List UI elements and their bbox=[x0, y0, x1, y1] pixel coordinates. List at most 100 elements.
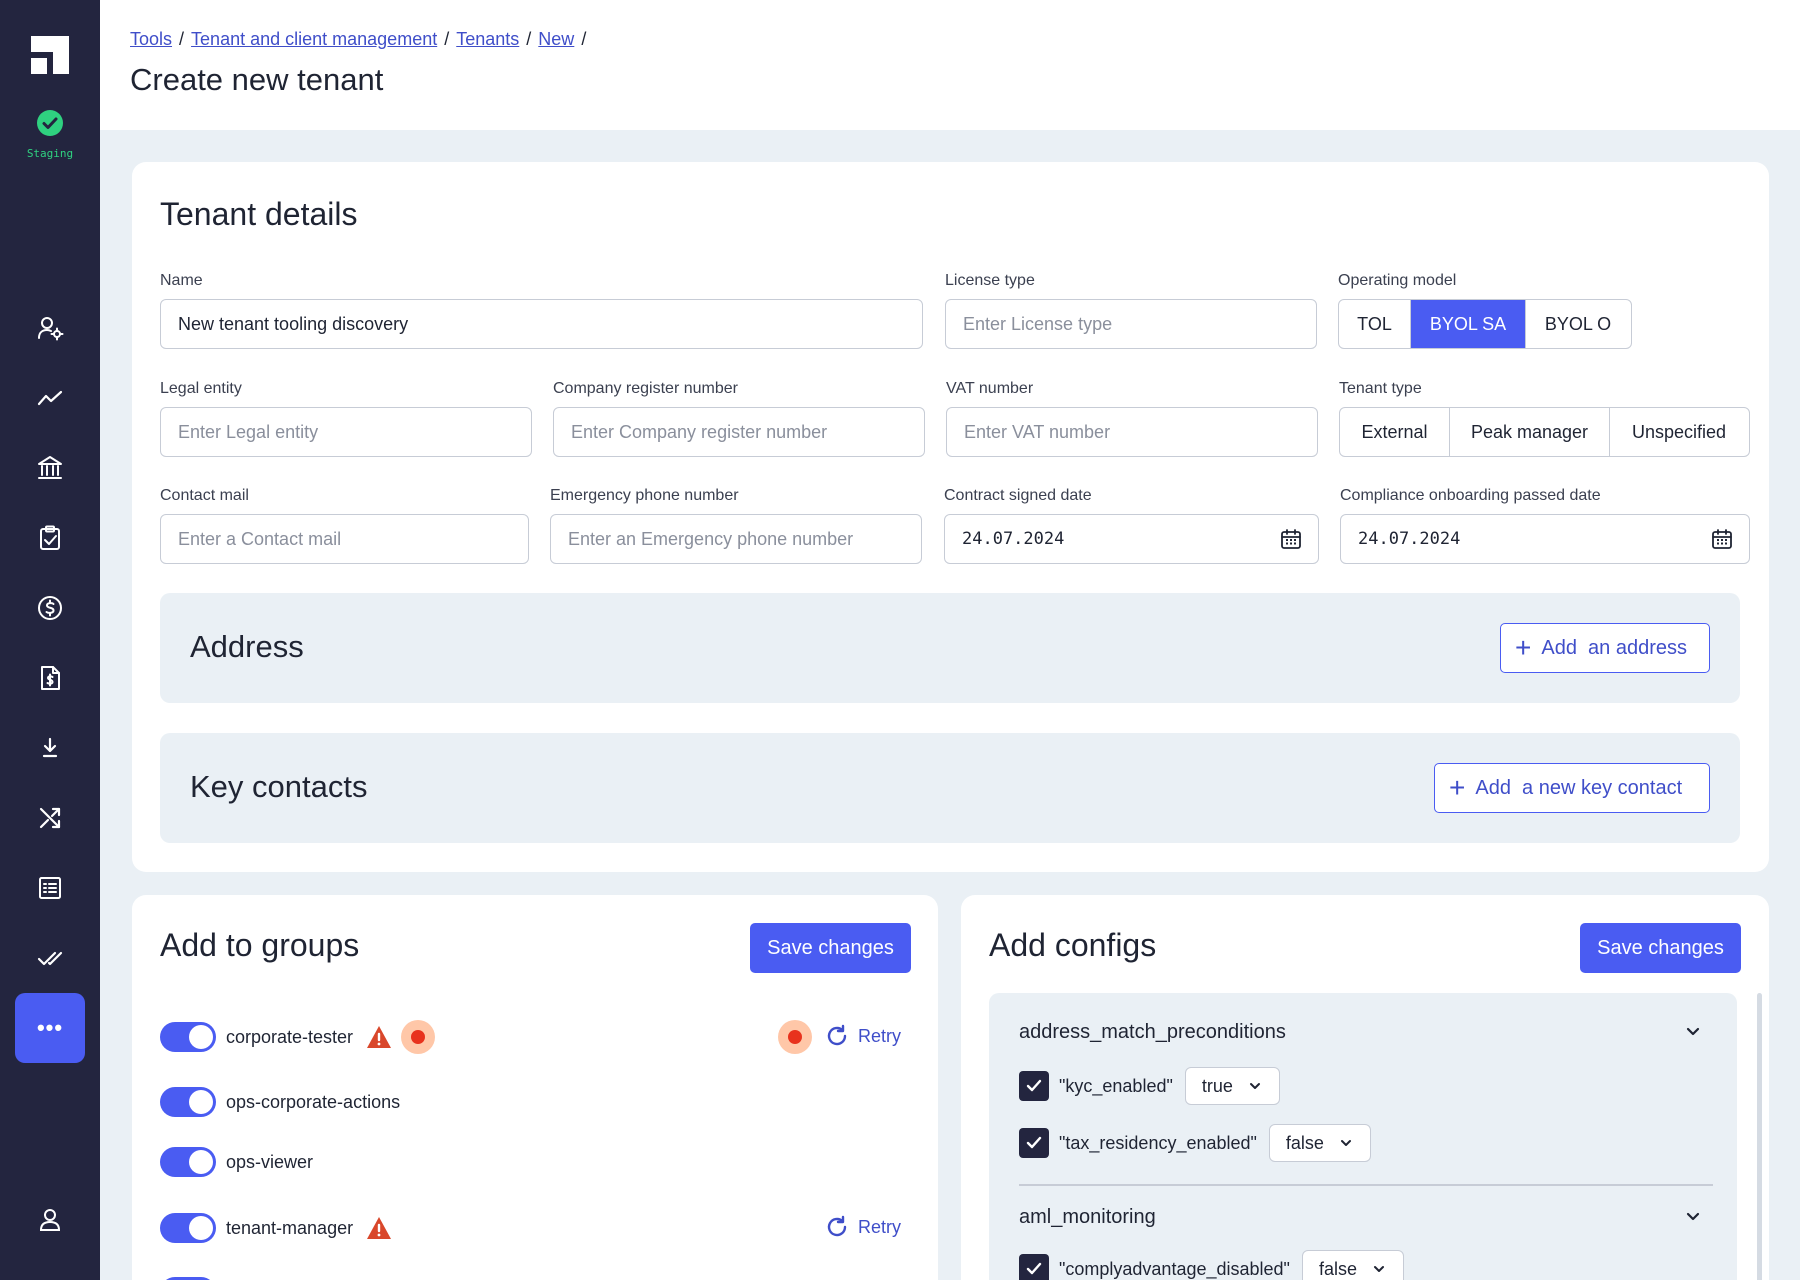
plus-icon: + bbox=[1515, 632, 1532, 663]
operating-model-label: Operating model bbox=[1338, 272, 1457, 289]
chevron-down-icon[interactable] bbox=[1683, 1021, 1703, 1041]
add-key-contact-button[interactable]: + Add a new key contact bbox=[1434, 763, 1710, 813]
add-address-label: Add an address bbox=[1541, 636, 1688, 659]
list-document-icon[interactable] bbox=[36, 874, 64, 902]
config-scrollbar[interactable] bbox=[1757, 993, 1762, 1280]
calendar-icon[interactable] bbox=[1280, 528, 1302, 550]
check-icon bbox=[1026, 1262, 1042, 1275]
config-value-select[interactable]: false bbox=[1268, 1124, 1371, 1162]
calendar-icon[interactable] bbox=[1711, 528, 1733, 550]
operating-model-byol-sa[interactable]: BYOL SA bbox=[1411, 300, 1526, 348]
add-to-groups-title: Add to groups bbox=[160, 927, 360, 963]
group-toggle[interactable] bbox=[160, 1213, 216, 1243]
key-contacts-title: Key contacts bbox=[190, 769, 368, 804]
tenant-type-unspecified[interactable]: Unspecified bbox=[1610, 408, 1748, 456]
user-settings-icon[interactable] bbox=[36, 314, 64, 342]
app-logo-icon[interactable] bbox=[31, 36, 69, 74]
config-divider bbox=[1019, 1184, 1713, 1186]
operating-model-tol[interactable]: TOL bbox=[1339, 300, 1411, 348]
retry-button[interactable]: Retry bbox=[824, 1023, 901, 1049]
sidebar: Staging ••• bbox=[0, 0, 100, 1280]
name-label: Name bbox=[160, 272, 203, 289]
contact-mail-label: Contact mail bbox=[160, 487, 249, 504]
download-icon[interactable] bbox=[36, 734, 64, 762]
config-value-select[interactable]: true bbox=[1184, 1067, 1280, 1105]
emergency-phone-input[interactable]: Enter an Emergency phone number bbox=[550, 514, 922, 564]
breadcrumb: Tools / Tenant and client management / Tenan… bbox=[130, 29, 593, 50]
contract-signed-date-input[interactable]: 24.07.2024 bbox=[944, 514, 1319, 564]
groups-save-button[interactable]: Save changes bbox=[750, 923, 911, 973]
group-name: tenant-manager bbox=[226, 1217, 354, 1238]
config-checkbox[interactable] bbox=[1019, 1071, 1049, 1101]
address-panel: Address + Add an address bbox=[160, 593, 1740, 703]
more-menu-button[interactable]: ••• bbox=[15, 993, 85, 1063]
company-register-label: Company register number bbox=[553, 380, 738, 397]
contract-signed-date-value: 24.07.2024 bbox=[962, 529, 1065, 549]
group-name: ops-corporate-actions bbox=[226, 1091, 401, 1112]
config-key: "tax_residency_enabled" bbox=[1059, 1132, 1257, 1153]
config-value: true bbox=[1201, 1075, 1233, 1096]
warning-icon bbox=[367, 1217, 392, 1239]
add-key-contact-label: Add a new key contact bbox=[1475, 776, 1683, 799]
breadcrumb-new[interactable]: New bbox=[538, 29, 574, 49]
more-dots-icon: ••• bbox=[36, 1015, 64, 1040]
clipboard-check-icon[interactable] bbox=[36, 524, 64, 552]
contact-mail-input[interactable]: Enter a Contact mail bbox=[160, 514, 529, 564]
invoice-icon[interactable] bbox=[36, 664, 64, 692]
config-checkbox[interactable] bbox=[1019, 1128, 1049, 1158]
page-title: Create new tenant bbox=[130, 62, 384, 97]
tenant-details-title: Tenant details bbox=[160, 196, 358, 232]
name-input[interactable]: New tenant tooling discovery bbox=[160, 299, 923, 349]
config-group-title: address_match_preconditions bbox=[1019, 1021, 1286, 1043]
configs-save-button[interactable]: Save changes bbox=[1580, 923, 1741, 973]
key-contacts-panel: Key contacts + Add a new key contact bbox=[160, 733, 1740, 843]
breadcrumb-tools[interactable]: Tools bbox=[130, 29, 172, 49]
group-toggle[interactable] bbox=[160, 1022, 216, 1052]
double-check-icon[interactable] bbox=[36, 944, 64, 972]
config-key: "kyc_enabled" bbox=[1059, 1075, 1173, 1096]
breadcrumb-separator: / bbox=[526, 29, 532, 49]
tenant-type-external[interactable]: External bbox=[1340, 408, 1450, 456]
warning-icon bbox=[367, 1026, 392, 1048]
bank-icon[interactable] bbox=[36, 454, 64, 482]
config-entry: "tax_residency_enabled" false bbox=[1019, 1124, 1371, 1162]
operating-model-byol-o[interactable]: BYOL O bbox=[1526, 300, 1630, 348]
dollar-circle-icon[interactable] bbox=[36, 594, 64, 622]
chevron-down-icon bbox=[1340, 1140, 1351, 1146]
group-name: corporate-tester bbox=[226, 1026, 354, 1047]
breadcrumb-separator: / bbox=[179, 29, 185, 49]
breadcrumb-tenants[interactable]: Tenants bbox=[456, 29, 519, 49]
page-header: Tools / Tenant and client management / Tenan… bbox=[100, 0, 1800, 130]
config-key: "complyadvantage_disabled" bbox=[1059, 1258, 1290, 1279]
add-configs-card: Add configs Save changes address_match_p… bbox=[961, 895, 1769, 1280]
group-toggle[interactable] bbox=[160, 1087, 216, 1117]
emergency-phone-label: Emergency phone number bbox=[550, 487, 739, 504]
chevron-down-icon bbox=[1373, 1266, 1384, 1272]
check-circle-icon bbox=[37, 110, 63, 136]
compliance-date-input[interactable]: 24.07.2024 bbox=[1340, 514, 1750, 564]
shuffle-icon[interactable] bbox=[36, 804, 64, 832]
tenant-type-toggle: External Peak manager Unspecified bbox=[1339, 407, 1750, 457]
vat-number-input[interactable]: Enter VAT number bbox=[946, 407, 1318, 457]
chevron-down-icon[interactable] bbox=[1683, 1206, 1703, 1226]
add-address-button[interactable]: + Add an address bbox=[1500, 623, 1710, 673]
check-icon bbox=[1026, 1079, 1042, 1092]
add-to-groups-card: Add to groups Save changes corporate-tes… bbox=[132, 895, 938, 1280]
license-type-input[interactable]: Enter License type bbox=[945, 299, 1317, 349]
address-title: Address bbox=[190, 629, 304, 664]
breadcrumb-separator: / bbox=[444, 29, 450, 49]
group-row: corporate-tester bbox=[160, 1020, 436, 1054]
config-checkbox[interactable] bbox=[1019, 1254, 1049, 1280]
config-value-select[interactable]: false bbox=[1301, 1250, 1404, 1280]
group-toggle[interactable] bbox=[160, 1147, 216, 1177]
tenant-type-peak-manager[interactable]: Peak manager bbox=[1450, 408, 1610, 456]
breadcrumb-tenant-client-management[interactable]: Tenant and client management bbox=[191, 29, 437, 49]
trend-chart-icon[interactable] bbox=[36, 384, 64, 412]
user-profile-icon[interactable] bbox=[36, 1206, 64, 1234]
check-icon bbox=[1026, 1136, 1042, 1149]
retry-button[interactable]: Retry bbox=[824, 1214, 901, 1240]
company-register-input[interactable]: Enter Company register number bbox=[553, 407, 925, 457]
config-value: false bbox=[1318, 1258, 1357, 1279]
environment-indicator: Staging bbox=[0, 110, 100, 160]
legal-entity-input[interactable]: Enter Legal entity bbox=[160, 407, 532, 457]
